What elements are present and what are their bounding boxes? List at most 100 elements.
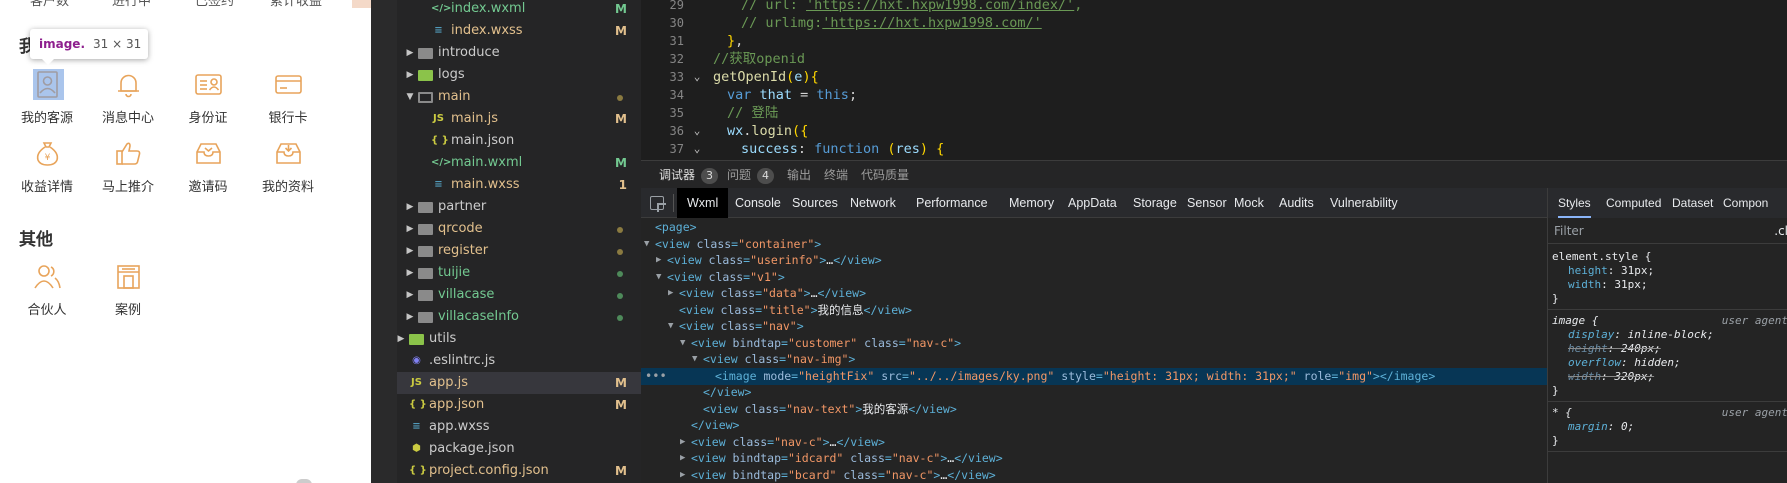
chevron-right-icon[interactable]: ▶ [404, 240, 416, 262]
devtools-tab[interactable]: Performance [916, 188, 988, 218]
nav-item[interactable]: 邀请码 [168, 138, 248, 195]
file-tree-row[interactable]: ≡ app.wxss [397, 416, 641, 438]
panel-tab[interactable]: 终端 [824, 161, 848, 189]
class-toggle[interactable]: .cl [1774, 218, 1787, 244]
file-tree-row[interactable]: { } main.json [397, 130, 641, 152]
styles-subtab[interactable]: Compon [1723, 188, 1768, 218]
file-tree-row[interactable]: ▶ utils [397, 328, 641, 350]
devtools-tab[interactable]: Mock [1234, 188, 1264, 218]
file-tree-row[interactable]: ▶ introduce [397, 42, 641, 64]
styles-filter[interactable]: Filter .cl [1548, 218, 1787, 244]
dom-node[interactable]: ▼ <view class="nav"> [641, 318, 1547, 335]
file-tree-row[interactable]: { } app.json M [397, 394, 641, 416]
dom-node[interactable]: ▼ <view class="v1"> [641, 269, 1547, 286]
dom-node[interactable]: ▶ <view class="userinfo">…</view> [641, 252, 1547, 269]
fold-chevron-icon[interactable]: ⌄ [689, 138, 705, 160]
styles-subtab[interactable]: Styles [1558, 188, 1591, 218]
expand-right-icon[interactable]: ▶ [668, 285, 673, 302]
chevron-right-icon[interactable]: ▶ [404, 42, 416, 64]
devtools-tab[interactable]: Storage [1133, 188, 1177, 218]
nav-item[interactable]: 消息中心 [88, 69, 168, 126]
dom-node[interactable]: ••• <image mode="heightFix" src="../../im… [641, 367, 1547, 385]
dom-node[interactable]: <view class="title">我的信息</view> [641, 302, 1547, 319]
css-property[interactable]: width: 31px; [1548, 278, 1787, 292]
wxml-dom-tree[interactable]: <page> ▼ <view class="container"> ▶ <view cl… [641, 218, 1547, 483]
file-tree-row[interactable]: ▶ villacaseInfo [397, 306, 641, 328]
chevron-right-icon[interactable]: ▶ [404, 306, 416, 328]
filter-input[interactable]: Filter [1554, 218, 1584, 244]
styles-subtab[interactable]: Computed [1606, 188, 1661, 218]
file-tree-row[interactable]: ≡ main.wxss 1 [397, 174, 641, 196]
nav-item[interactable]: ¥ 收益详情 [7, 138, 87, 195]
panel-tab[interactable]: 输出 [787, 161, 811, 189]
devtools-tab[interactable]: Network [850, 188, 896, 218]
chevron-right-icon[interactable]: ▶ [404, 196, 416, 218]
dom-node[interactable]: </view> [641, 384, 1547, 401]
expand-down-icon[interactable]: ▼ [692, 351, 697, 368]
code-line[interactable]: 37 ⌄ success: function (res) { [641, 138, 1787, 160]
file-tree-row[interactable]: </> main.wxml M [397, 152, 641, 174]
devtools-tab[interactable]: Sources [792, 188, 838, 218]
chevron-right-icon[interactable]: ▶ [404, 284, 416, 306]
css-property[interactable]: overflow: hidden; [1548, 356, 1787, 370]
file-tree-row[interactable]: ▶ qrcode [397, 218, 641, 240]
file-tree-row[interactable]: ⬢ package.json [397, 438, 641, 460]
nav-item[interactable]: 案例 [88, 261, 168, 318]
expand-right-icon[interactable]: ▶ [680, 434, 685, 451]
css-property[interactable]: height: 31px; [1548, 264, 1787, 278]
expand-down-icon[interactable]: ▼ [680, 335, 685, 352]
file-tree-row[interactable]: ▶ tuijie [397, 262, 641, 284]
devtools-tab[interactable]: Wxml [677, 188, 729, 218]
css-property[interactable]: width: 320px; [1548, 370, 1787, 384]
nav-item[interactable]: 合伙人 [7, 261, 87, 318]
inspect-element-icon[interactable] [650, 196, 666, 212]
panel-tab[interactable]: 代码质量 [861, 161, 909, 189]
expand-down-icon[interactable]: ▼ [668, 318, 673, 335]
expand-down-icon[interactable]: ▼ [644, 236, 649, 253]
styles-subtab[interactable]: Dataset [1672, 188, 1713, 218]
devtools-tab[interactable]: AppData [1068, 188, 1117, 218]
code-editor[interactable]: 29// url: 'https://hxt.hxpw1998.com/inde… [641, 0, 1787, 160]
panel-tab[interactable]: 问题 4 [727, 161, 775, 189]
chevron-right-icon[interactable]: ▶ [404, 218, 416, 240]
file-tree-row[interactable]: ▼ main [397, 86, 641, 108]
file-tree-row[interactable]: { } project.config.json M [397, 460, 641, 482]
devtools-tab[interactable]: Console [735, 188, 781, 218]
css-property[interactable]: height: 240px; [1548, 342, 1787, 356]
expand-right-icon[interactable]: ▶ [680, 450, 685, 467]
file-tree-row[interactable]: ▶ partner [397, 196, 641, 218]
file-tree-row[interactable]: ◉ .eslintrc.js [397, 350, 641, 372]
expand-down-icon[interactable]: ▼ [656, 269, 661, 286]
dom-node[interactable]: ▼ <view class="container"> [641, 236, 1547, 253]
dom-node[interactable]: ▶ <view bindtap="bcard" class="nav-c">…</… [641, 467, 1547, 483]
file-tree-row[interactable]: ▶ logs [397, 64, 641, 86]
devtools-tab[interactable]: Audits [1279, 188, 1314, 218]
file-tree-row[interactable]: JS main.js M [397, 108, 641, 130]
css-property[interactable]: display: inline-block; [1548, 328, 1787, 342]
file-tree-row[interactable]: ≡ index.wxss M [397, 20, 641, 42]
dom-node[interactable]: ▶ <view class="data">…</view> [641, 285, 1547, 302]
file-tree-row[interactable]: JS app.js M [397, 372, 641, 394]
dom-node[interactable]: ▶ <view bindtap="idcard" class="nav-c">…<… [641, 450, 1547, 467]
nav-item[interactable]: 马上推介 [88, 138, 168, 195]
file-tree-row[interactable]: ▶ villacase [397, 284, 641, 306]
chevron-right-icon[interactable]: ▶ [395, 328, 407, 350]
file-tree-row[interactable]: ▶ register [397, 240, 641, 262]
expand-right-icon[interactable]: ▶ [680, 467, 685, 483]
dom-node[interactable]: ▶ <view class="nav-c">…</view> [641, 434, 1547, 451]
dom-node[interactable]: <view class="nav-text">我的客源</view> [641, 401, 1547, 418]
devtools-tab[interactable]: Memory [1009, 188, 1054, 218]
nav-item[interactable]: 我的资料 [248, 138, 328, 195]
nav-item[interactable]: 银行卡 [248, 69, 328, 126]
devtools-tab[interactable]: Vulnerability [1330, 188, 1398, 218]
file-tree-row[interactable]: </> index.wxml M [397, 0, 641, 20]
expand-right-icon[interactable]: ▶ [656, 252, 661, 269]
devtools-tab[interactable]: Sensor [1187, 188, 1227, 218]
panel-tab[interactable]: 调试器 3 [659, 161, 719, 189]
chevron-right-icon[interactable]: ▶ [404, 262, 416, 284]
dom-node[interactable]: ▼ <view bindtap="customer" class="nav-c"> [641, 335, 1547, 352]
chevron-down-icon[interactable]: ▼ [404, 86, 416, 108]
chevron-right-icon[interactable]: ▶ [404, 64, 416, 86]
dom-node[interactable]: <page> [641, 219, 1547, 236]
more-icon[interactable]: ••• [645, 368, 667, 385]
